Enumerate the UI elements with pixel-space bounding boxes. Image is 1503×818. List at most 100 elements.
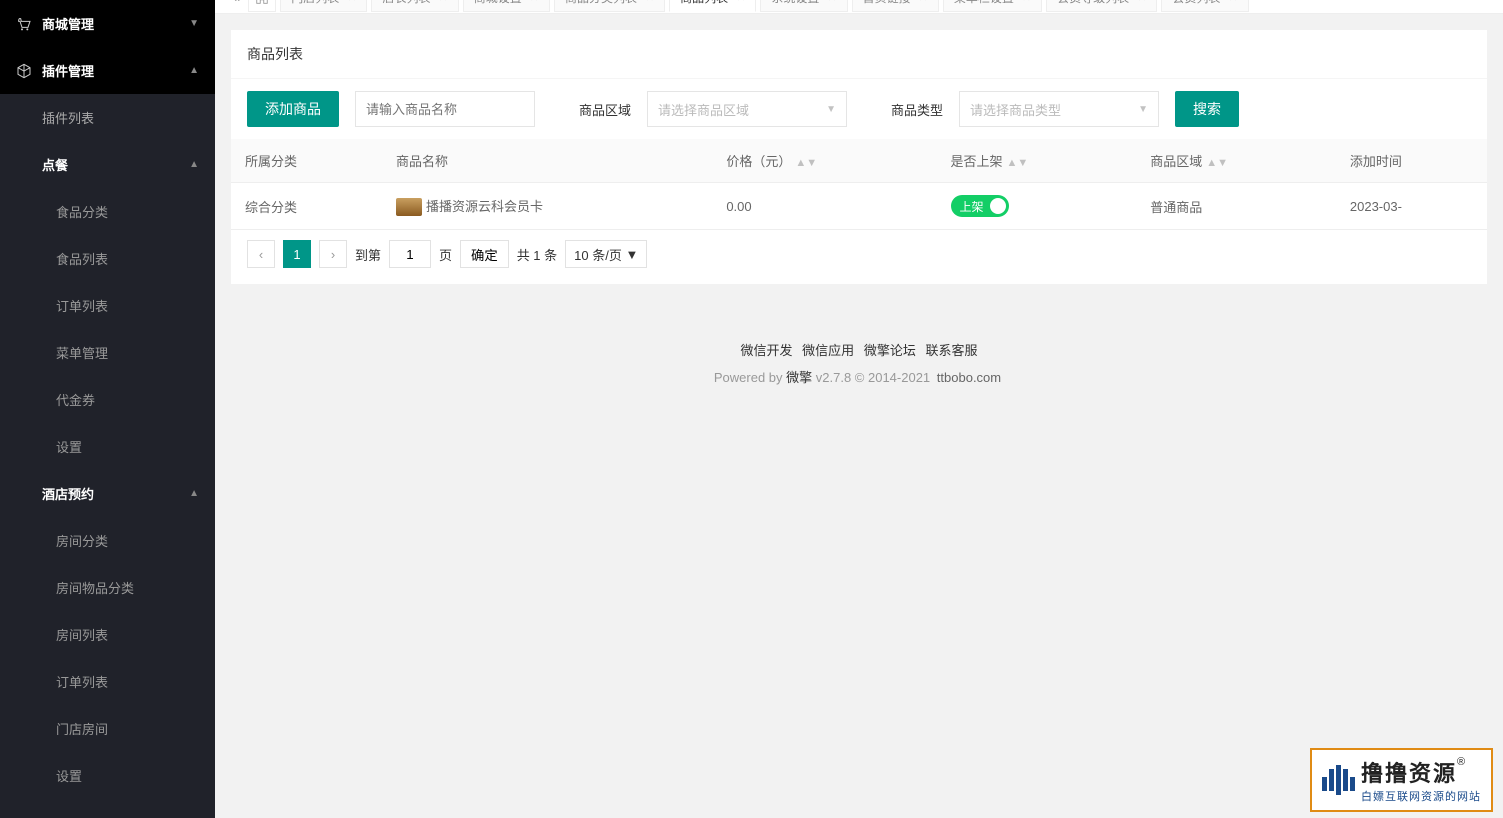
close-icon[interactable]: ✕ — [1022, 0, 1031, 4]
tab[interactable]: 商城设置✕ — [463, 0, 550, 12]
close-icon[interactable]: ✕ — [1228, 0, 1237, 4]
chevron-up-icon: ▲ — [189, 65, 199, 76]
home-tab[interactable] — [248, 0, 276, 12]
tab[interactable]: 门店列表✕ — [280, 0, 367, 12]
footer: 微信开发 微信应用 微擎论坛 联系客服 Powered by 微擎 v2.7.8… — [215, 340, 1503, 386]
total-label: 共 1 条 — [517, 245, 557, 264]
tab[interactable]: 店长列表✕ — [371, 0, 458, 12]
goto-label: 到第 — [355, 245, 381, 264]
switch-knob — [990, 198, 1006, 214]
search-button[interactable]: 搜索 — [1175, 91, 1239, 127]
product-name-input[interactable] — [355, 91, 535, 127]
tab[interactable]: 菜单栏设置✕ — [943, 0, 1042, 12]
menu-hotel-booking[interactable]: 酒店预约▲ — [0, 470, 215, 517]
menu-store-room[interactable]: 门店房间 — [0, 705, 215, 752]
sidebar: 商城管理 ▼ 插件管理 ▲ 插件列表 点餐▲ 食品分类 食品列表 订单列表 菜单… — [0, 0, 215, 818]
chevron-up-icon: ▲ — [189, 488, 199, 499]
chevron-up-icon: ▲ — [189, 159, 199, 170]
close-icon[interactable]: ✕ — [438, 0, 447, 4]
menu-room-item-category[interactable]: 房间物品分类 — [0, 564, 215, 611]
panel-title: 商品列表 — [231, 30, 1487, 78]
footer-link[interactable]: 微信应用 — [802, 343, 854, 358]
menu-voucher[interactable]: 代金券 — [0, 376, 215, 423]
footer-site-link[interactable]: ttbobo.com — [937, 370, 1001, 385]
menu-label: 商城管理 — [42, 14, 189, 33]
tab[interactable]: 商品分类列表✕ — [554, 0, 665, 12]
menu-order-list[interactable]: 订单列表 — [0, 282, 215, 329]
cell-on-shelf: 上架 — [937, 183, 1137, 230]
close-icon[interactable]: ✕ — [736, 0, 745, 4]
col-on-shelf[interactable]: 是否上架▲▼ — [937, 139, 1137, 183]
tab[interactable]: 首页链接✕ — [852, 0, 939, 12]
tabs-scroll-left[interactable]: « — [225, 0, 248, 14]
main-content: « 门店列表✕店长列表✕商城设置✕商品分类列表✕商品列表✕系统设置✕首页链接✕菜… — [215, 0, 1503, 818]
page-confirm-button[interactable]: 确定 — [460, 240, 509, 268]
home-icon — [255, 0, 269, 5]
tab[interactable]: 系统设置✕ — [760, 0, 847, 12]
caret-down-icon: ▼ — [1138, 104, 1148, 115]
page-prev[interactable]: ‹ — [247, 240, 275, 268]
menu-room-category[interactable]: 房间分类 — [0, 517, 215, 564]
add-product-button[interactable]: 添加商品 — [247, 91, 339, 127]
close-icon[interactable]: ✕ — [530, 0, 539, 4]
menu-plugin-list[interactable]: 插件列表 — [0, 94, 215, 141]
page-input[interactable] — [389, 240, 431, 268]
menu-mall-management[interactable]: 商城管理 ▼ — [0, 0, 215, 47]
menu-hotel-settings[interactable]: 设置 — [0, 752, 215, 799]
caret-down-icon: ▼ — [826, 104, 836, 115]
sort-icon: ▲▼ — [1206, 160, 1228, 166]
col-region[interactable]: 商品区域▲▼ — [1136, 139, 1336, 183]
cell-region: 普通商品 — [1136, 183, 1336, 230]
cell-add-time: 2023-03- — [1336, 183, 1487, 230]
footer-link[interactable]: 微信开发 — [741, 343, 793, 358]
table-row: 综合分类 播播资源云科会员卡 0.00 上架 普通商品 2023-03- — [231, 183, 1487, 230]
tab[interactable]: 会员列表✕ — [1161, 0, 1248, 12]
pagination: ‹ 1 › 到第 页 确定 共 1 条 10 条/页 ▼ — [231, 230, 1487, 284]
menu-ordering[interactable]: 点餐▲ — [0, 141, 215, 188]
cell-category: 综合分类 — [231, 183, 382, 230]
menu-plugin-management[interactable]: 插件管理 ▲ — [0, 47, 215, 94]
close-icon[interactable]: ✕ — [1137, 0, 1146, 4]
type-select[interactable]: 请选择商品类型▼ — [959, 91, 1159, 127]
cell-price: 0.00 — [712, 183, 936, 230]
col-add-time: 添加时间 — [1336, 139, 1487, 183]
close-icon[interactable]: ✕ — [919, 0, 928, 4]
cell-name: 播播资源云科会员卡 — [382, 183, 712, 230]
cube-icon — [16, 63, 32, 79]
per-page-select[interactable]: 10 条/页 ▼ — [565, 240, 647, 268]
watermark-logo-icon — [1322, 765, 1355, 795]
tabs-bar: « 门店列表✕ 店长列表✕ 商城设置✕ 商品分类列表✕ 商品列表✕ 系统设置✕ 首页链接✕ 菜… — [215, 0, 1503, 14]
menu-label: 插件管理 — [42, 61, 189, 80]
col-category: 所属分类 — [231, 139, 382, 183]
menu-hotel-order-list[interactable]: 订单列表 — [0, 658, 215, 705]
region-select[interactable]: 请选择商品区域▼ — [647, 91, 847, 127]
sort-icon: ▲▼ — [795, 160, 817, 166]
page-1[interactable]: 1 — [283, 240, 311, 268]
watermark: 撸撸资源® 白嫖互联网资源的网站 — [1310, 748, 1493, 812]
product-table: 所属分类 商品名称 价格（元）▲▼ 是否上架▲▼ 商品区域▲▼ 添加时间 综合分… — [231, 139, 1487, 230]
menu-food-category[interactable]: 食品分类 — [0, 188, 215, 235]
close-icon[interactable]: ✕ — [347, 0, 356, 4]
footer-link[interactable]: 联系客服 — [925, 343, 977, 358]
page-unit-label: 页 — [439, 245, 452, 264]
tab[interactable]: 会员等级列表✕ — [1046, 0, 1157, 12]
cart-icon — [16, 16, 32, 32]
page-next[interactable]: › — [319, 240, 347, 268]
close-icon[interactable]: ✕ — [645, 0, 654, 4]
menu-food-list[interactable]: 食品列表 — [0, 235, 215, 282]
menu-menu-management[interactable]: 菜单管理 — [0, 329, 215, 376]
col-name: 商品名称 — [382, 139, 712, 183]
chevron-down-icon: ▼ — [189, 18, 199, 29]
menu-settings[interactable]: 设置 — [0, 423, 215, 470]
on-shelf-switch[interactable]: 上架 — [951, 195, 1009, 217]
menu-room-list[interactable]: 房间列表 — [0, 611, 215, 658]
tab[interactable]: 商品列表✕ — [669, 0, 756, 12]
footer-link[interactable]: 微擎论坛 — [864, 343, 916, 358]
product-thumbnail — [396, 198, 422, 216]
close-icon[interactable]: ✕ — [827, 0, 836, 4]
col-price[interactable]: 价格（元）▲▼ — [712, 139, 936, 183]
region-label: 商品区域 — [579, 100, 631, 119]
sort-icon: ▲▼ — [1007, 160, 1029, 166]
toolbar: 添加商品 商品区域 请选择商品区域▼ 商品类型 请选择商品类型▼ 搜索 — [231, 78, 1487, 139]
content-panel: 商品列表 添加商品 商品区域 请选择商品区域▼ 商品类型 请选择商品类型▼ 搜索… — [231, 30, 1487, 284]
